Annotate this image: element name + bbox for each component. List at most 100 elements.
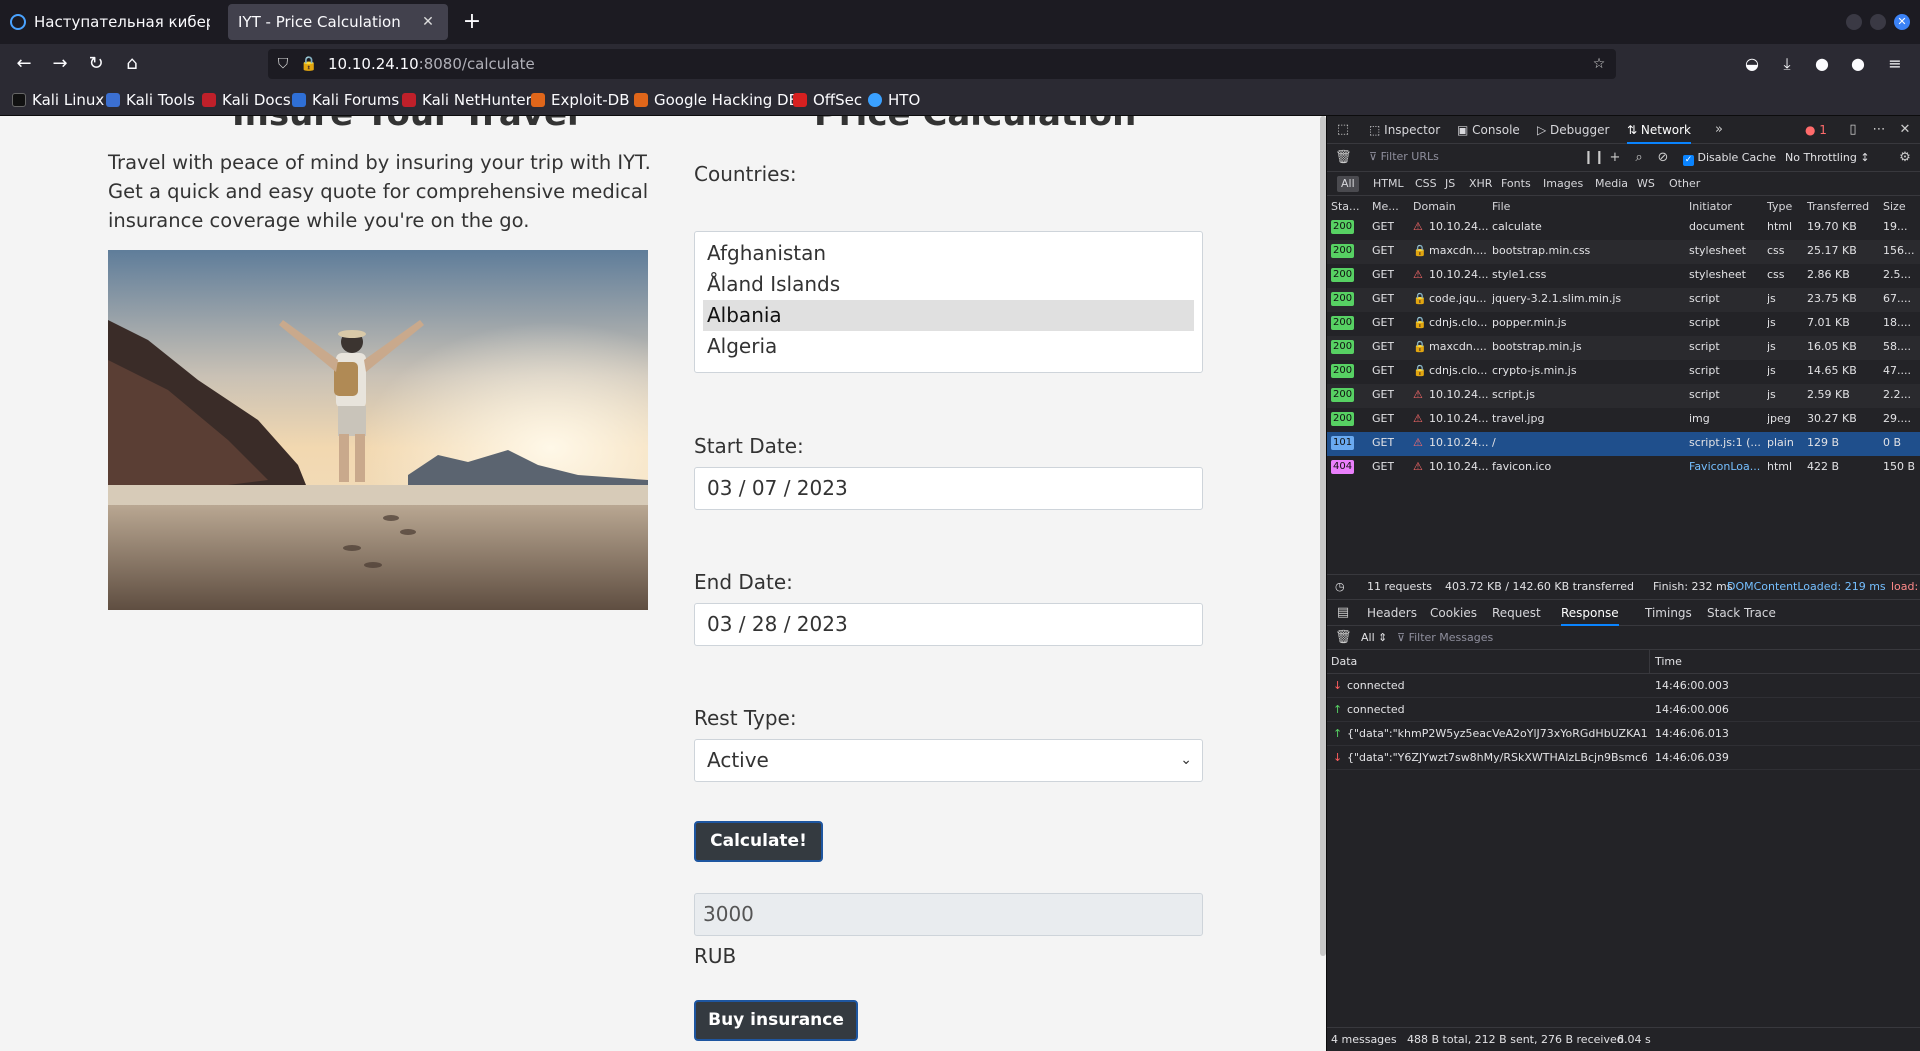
country-option[interactable]: Afghanistan bbox=[703, 238, 1194, 269]
ws-message-row[interactable]: ↑ {"data":"khmP2W5yz5eacVeA2oYlJ73xYoRGdH… bbox=[1327, 722, 1920, 746]
network-request-row[interactable]: 200 GET 10.10.24... travel.jpg img jpeg 30.27 … bbox=[1327, 408, 1920, 432]
close-tab-icon[interactable]: ✕ bbox=[418, 14, 438, 30]
col-file[interactable]: File bbox=[1492, 200, 1510, 213]
home-icon[interactable]: ⌂ bbox=[120, 52, 144, 76]
lock-insecure-icon[interactable]: 🔒 bbox=[300, 55, 318, 73]
bookmark-exploit-db[interactable]: Exploit-DB bbox=[531, 90, 630, 110]
filter-all[interactable]: All bbox=[1337, 176, 1359, 192]
tab-debugger[interactable]: ▷ Debugger bbox=[1537, 116, 1609, 144]
filter-xhr[interactable]: XHR bbox=[1465, 176, 1496, 192]
add-icon[interactable]: + bbox=[1607, 150, 1623, 166]
col-transferred[interactable]: Transferred bbox=[1807, 200, 1869, 213]
bookmark-kali-nethunter[interactable]: Kali NetHunter bbox=[402, 90, 532, 110]
country-option[interactable]: Algeria bbox=[703, 331, 1194, 362]
bookmark-hto[interactable]: HTO bbox=[868, 90, 920, 110]
close-window-button[interactable]: ✕ bbox=[1894, 14, 1910, 30]
tab-stack-trace[interactable]: Stack Trace bbox=[1707, 600, 1776, 626]
network-request-row[interactable]: 101 GET 10.10.24... / script.js:1 (... plain 1… bbox=[1327, 432, 1920, 456]
col-type[interactable]: Type bbox=[1767, 200, 1792, 213]
filter-media[interactable]: Media bbox=[1591, 176, 1632, 192]
filter-fonts[interactable]: Fonts bbox=[1497, 176, 1535, 192]
ws-message-row[interactable]: ↓ {"data":"Y6ZJYwzt7sw8hMy/RSkXWTHAIzLBcj… bbox=[1327, 746, 1920, 770]
country-option-selected[interactable]: Albania bbox=[703, 300, 1194, 331]
filter-html[interactable]: HTML bbox=[1369, 176, 1408, 192]
network-request-row[interactable]: 200 GET code.jqu... jquery-3.2.1.slim.min.j… bbox=[1327, 288, 1920, 312]
throttling-select[interactable]: No Throttling ↕ bbox=[1785, 151, 1870, 164]
tab-timings[interactable]: Timings bbox=[1645, 600, 1692, 626]
more-options-icon[interactable]: ⋯ bbox=[1871, 122, 1887, 138]
tab-cookies[interactable]: Cookies bbox=[1430, 600, 1477, 626]
network-request-row[interactable]: 200 GET 10.10.24... script.js script js 2.59 K… bbox=[1327, 384, 1920, 408]
tab-headers[interactable]: Headers bbox=[1367, 600, 1417, 626]
network-request-row[interactable]: 200 GET 10.10.24... calculate document html 19… bbox=[1327, 216, 1920, 240]
shield-icon[interactable]: ⛉ bbox=[274, 55, 292, 73]
col-domain[interactable]: Domain bbox=[1413, 200, 1456, 213]
new-tab-button[interactable]: + bbox=[458, 8, 486, 36]
tab-console[interactable]: ▣ Console bbox=[1457, 116, 1520, 144]
forward-icon[interactable]: → bbox=[48, 52, 72, 76]
search-icon[interactable]: ⌕ bbox=[1631, 150, 1647, 166]
filter-messages-input[interactable]: ⊽ Filter Messages bbox=[1397, 631, 1493, 644]
rest-type-select[interactable]: Active ⌄ bbox=[694, 739, 1203, 782]
filter-ws[interactable]: WS bbox=[1633, 176, 1659, 192]
calculate-button[interactable]: Calculate! bbox=[694, 821, 823, 862]
end-date-input[interactable]: 03 / 28 / 2023 bbox=[694, 603, 1203, 646]
bookmark-kali-forums[interactable]: Kali Forums bbox=[292, 90, 399, 110]
tab-network[interactable]: ⇅ Network bbox=[1627, 116, 1691, 144]
message-type-select[interactable]: All ⇕ bbox=[1361, 631, 1387, 644]
col-status[interactable]: Sta... bbox=[1331, 200, 1360, 213]
trash-icon[interactable]: 🗑 bbox=[1335, 630, 1352, 646]
col-data[interactable]: Data bbox=[1331, 650, 1357, 674]
bookmark-offsec[interactable]: OffSec bbox=[793, 90, 862, 110]
browser-tab-active[interactable]: IYT - Price Calculation ✕ bbox=[228, 4, 448, 40]
reload-icon[interactable]: ↻ bbox=[84, 52, 108, 76]
tab-inspector[interactable]: ⬚ Inspector bbox=[1369, 116, 1440, 144]
foxyproxy-icon[interactable]: ● bbox=[1846, 52, 1870, 76]
block-icon[interactable]: ⊘ bbox=[1655, 150, 1671, 166]
col-time[interactable]: Time bbox=[1655, 650, 1682, 674]
panel-toggle-icon[interactable]: ▤ bbox=[1335, 605, 1351, 621]
dock-icon[interactable]: ▯ bbox=[1845, 122, 1861, 138]
bookmark-star-icon[interactable]: ☆ bbox=[1590, 55, 1608, 73]
network-request-row[interactable]: 200 GET cdnjs.clo... crypto-js.min.js script… bbox=[1327, 360, 1920, 384]
tab-response[interactable]: Response bbox=[1561, 600, 1619, 626]
start-date-input[interactable]: 03 / 07 / 2023 bbox=[694, 467, 1203, 510]
ws-message-row[interactable]: ↓ connected 14:46:00.003 bbox=[1327, 674, 1920, 698]
filter-other[interactable]: Other bbox=[1665, 176, 1704, 192]
pocket-icon[interactable]: ◒ bbox=[1740, 52, 1764, 76]
buy-insurance-button[interactable]: Buy insurance bbox=[694, 1000, 858, 1041]
network-request-row[interactable]: 404 GET 10.10.24... favicon.ico FaviconLoa..… bbox=[1327, 456, 1920, 480]
filter-urls-input[interactable]: ⊽ Filter URLs bbox=[1369, 150, 1439, 166]
address-bar[interactable]: ⛉ 🔒 10.10.24.10:8080/calculate ☆ bbox=[268, 49, 1616, 79]
col-initiator[interactable]: Initiator bbox=[1689, 200, 1732, 213]
country-option[interactable]: Åland Islands bbox=[703, 269, 1194, 300]
network-request-row[interactable]: 200 GET cdnjs.clo... popper.min.js script js 7… bbox=[1327, 312, 1920, 336]
close-devtools-icon[interactable]: ✕ bbox=[1897, 122, 1913, 138]
bookmark-kali-linux[interactable]: Kali Linux bbox=[12, 90, 104, 110]
maximize-window-button[interactable] bbox=[1870, 14, 1886, 30]
minimize-window-button[interactable] bbox=[1846, 14, 1862, 30]
filter-js[interactable]: JS bbox=[1441, 176, 1459, 192]
network-request-row[interactable]: 200 GET maxcdn.... bootstrap.min.css stylesh… bbox=[1327, 240, 1920, 264]
bookmark-kali-tools[interactable]: Kali Tools bbox=[106, 90, 195, 110]
trash-icon[interactable]: 🗑 bbox=[1335, 150, 1352, 166]
error-count-badge[interactable]: ● 1 bbox=[1805, 116, 1827, 144]
disable-cache-checkbox[interactable]: ✓ Disable Cache bbox=[1683, 151, 1776, 166]
bookmark-google-hacking-db[interactable]: Google Hacking DB bbox=[634, 90, 799, 110]
back-icon[interactable]: ← bbox=[12, 52, 36, 76]
countries-listbox[interactable]: Afghanistan Åland Islands Albania Algeri… bbox=[694, 231, 1203, 373]
filter-css[interactable]: CSS bbox=[1411, 176, 1441, 192]
pause-icon[interactable]: ❙❙ bbox=[1583, 150, 1605, 166]
network-request-row[interactable]: 200 GET 10.10.24... style1.css stylesheet css… bbox=[1327, 264, 1920, 288]
network-request-row[interactable]: 200 GET maxcdn.... bootstrap.min.js script js… bbox=[1327, 336, 1920, 360]
network-settings-icon[interactable]: ⚙ bbox=[1897, 150, 1913, 166]
bookmark-kali-docs[interactable]: Kali Docs bbox=[202, 90, 291, 110]
ws-message-row[interactable]: ↑ connected 14:46:00.006 bbox=[1327, 698, 1920, 722]
download-icon[interactable]: ⤓ bbox=[1775, 52, 1799, 76]
extension-icon[interactable]: ● bbox=[1810, 52, 1834, 76]
col-size[interactable]: Size bbox=[1883, 200, 1906, 213]
col-method[interactable]: Me... bbox=[1372, 200, 1399, 213]
filter-images[interactable]: Images bbox=[1539, 176, 1587, 192]
menu-icon[interactable]: ≡ bbox=[1883, 52, 1907, 76]
browser-tab[interactable]: Наступательная кибербе bbox=[0, 4, 220, 40]
